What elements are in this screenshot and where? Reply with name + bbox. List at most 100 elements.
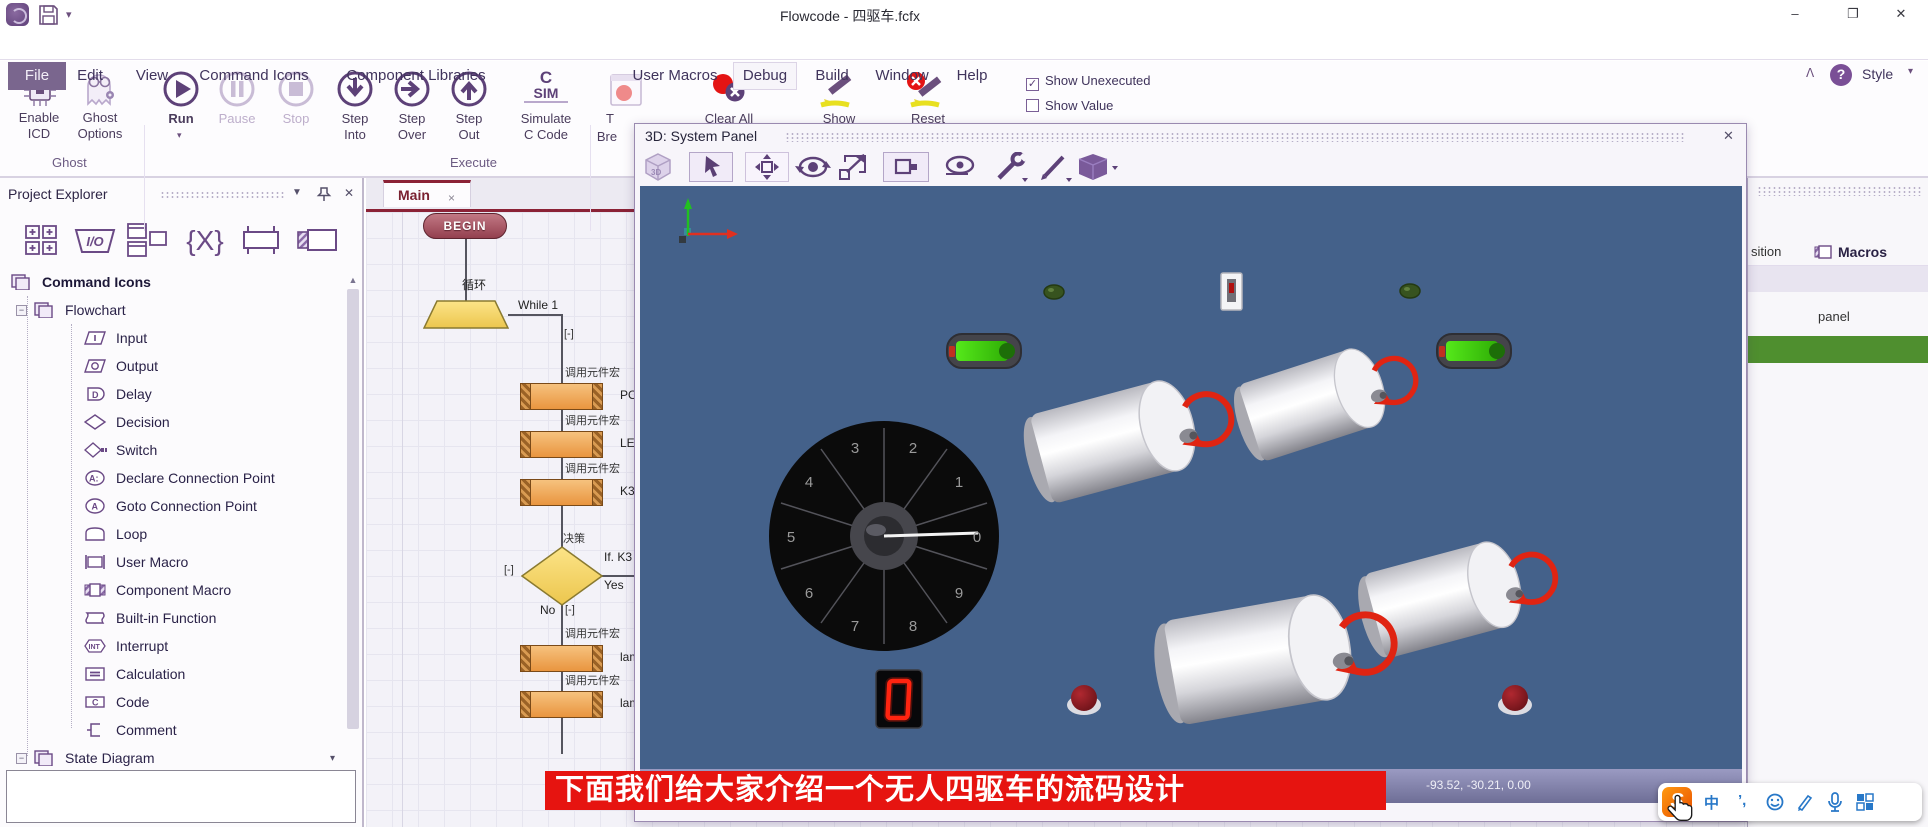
menu-file[interactable]: File [8, 62, 66, 90]
3d-panel-close-icon[interactable]: ✕ [1723, 128, 1734, 144]
pin-icon[interactable] [316, 186, 332, 203]
show-value-checkbox[interactable]: Show Value [1026, 98, 1113, 113]
flowchart-macro-node[interactable] [520, 645, 603, 672]
collapse-ribbon-icon[interactable]: ᐱ [1806, 66, 1814, 80]
show-code-label-clipped[interactable]: Show Code [806, 111, 872, 123]
tree-item-output[interactable]: Output [84, 352, 158, 380]
clear-all-label-clipped[interactable]: Clear All [698, 111, 760, 123]
tree-item-calculation[interactable]: Calculation [84, 660, 185, 688]
visibility-eye-icon[interactable] [941, 152, 979, 182]
tree-item-dropdown-icon[interactable]: ▾ [330, 753, 335, 764]
simulate-c-code-button[interactable]: Simulate C Code [512, 111, 580, 143]
quick-access-dropdown-icon[interactable]: ▾ [66, 8, 72, 21]
camera-view-button[interactable] [883, 152, 929, 182]
show-unexecuted-checkbox[interactable]: ✓Show Unexecuted [1026, 73, 1151, 91]
ghost-options-button[interactable]: Ghost Options [64, 110, 136, 142]
toggle-breakpoint-label-frag2[interactable]: Bre [592, 129, 622, 145]
collapse-marker[interactable]: [-] [504, 564, 514, 576]
menu-user-macros[interactable]: User Macros [626, 64, 724, 88]
explorer-scrollbar[interactable]: ▲ ▼ [346, 273, 361, 827]
scale-tool-icon[interactable] [837, 152, 871, 182]
checkbox-unchecked-icon[interactable] [1026, 99, 1039, 112]
menu-build[interactable]: Build [810, 64, 854, 88]
ime-layout-icon[interactable] [1856, 793, 1874, 811]
collapse-marker[interactable]: [-] [565, 604, 575, 616]
flowchart-macro-node[interactable] [520, 479, 603, 506]
tree-item-decision[interactable]: Decision [84, 408, 170, 436]
tree-item-state-diagram[interactable]: −State Diagram▾ [16, 744, 154, 772]
run-dropdown-arrow-icon[interactable]: ▾ [177, 130, 182, 141]
tree-item-delay[interactable]: DDelay [84, 380, 152, 408]
tree-item-goto-connection-point[interactable]: AGoto Connection Point [84, 492, 257, 520]
ime-skin-pen-icon[interactable] [1796, 793, 1814, 811]
flowchart-macro-node[interactable] [520, 691, 603, 718]
flowchart-while-node[interactable] [423, 300, 509, 329]
rotate-tool-icon[interactable] [795, 152, 831, 182]
ime-mic-icon[interactable] [1826, 792, 1844, 812]
tab-close-icon[interactable]: × [448, 186, 455, 210]
selected-green-row[interactable] [1748, 336, 1928, 363]
checkbox-checked-icon[interactable]: ✓ [1026, 78, 1039, 91]
io-icon[interactable]: I/O [72, 228, 118, 254]
run-button[interactable]: Run [158, 111, 204, 127]
menu-window[interactable]: Window [870, 64, 934, 88]
tree-item-declare-connection-point[interactable]: A:Declare Connection Point [84, 464, 275, 492]
tree-expander-icon[interactable]: − [16, 753, 27, 764]
flowchart-begin-node[interactable]: BEGIN [423, 213, 507, 239]
ime-mode-icon[interactable]: 中 [1704, 792, 1719, 813]
menu-component-libraries[interactable]: Component Libraries [338, 64, 494, 88]
ime-toolbar[interactable]: S 中 ’, [1658, 783, 1922, 821]
paint-tool-icon[interactable] [1035, 152, 1075, 182]
help-circle-icon[interactable]: ? [1830, 64, 1852, 86]
menu-command-icons[interactable]: Command Icons [192, 64, 316, 88]
panel-drag-texture[interactable] [160, 191, 285, 199]
3d-viewport[interactable]: 0 1 2 3 4 5 6 7 8 9 [640, 186, 1742, 769]
tree-item-loop[interactable]: Loop [84, 520, 147, 548]
close-button[interactable]: ✕ [1886, 5, 1916, 25]
scrollbar-thumb[interactable] [347, 289, 359, 729]
tree-item-interrupt[interactable]: INTInterrupt [84, 632, 168, 660]
3d-panel-title-bar[interactable]: 3D: System Panel ✕ [635, 124, 1746, 150]
restore-button[interactable]: ❐ [1838, 5, 1868, 25]
style-dropdown[interactable]: Style [1862, 66, 1893, 82]
properties-row[interactable]: sition Macros [1748, 238, 1928, 266]
windows-icon[interactable] [126, 222, 170, 258]
save-icon[interactable] [38, 4, 59, 26]
menu-debug[interactable]: Debug [733, 62, 797, 90]
reset-code-label-clipped[interactable]: Reset Code [894, 111, 962, 123]
menu-view[interactable]: View [126, 64, 178, 88]
menu-help[interactable]: Help [952, 64, 992, 88]
flowchart-macro-node[interactable] [520, 431, 603, 458]
tree-item-built-in-function[interactable]: Built-in Function [84, 604, 216, 632]
component-panel-icon[interactable] [294, 224, 340, 256]
ime-emoji-icon[interactable] [1766, 793, 1784, 811]
panel-drag-texture[interactable] [1757, 186, 1921, 196]
flowchart-macro-node[interactable] [520, 383, 603, 410]
tree-item-switch[interactable]: Switch [84, 436, 157, 464]
collapse-marker[interactable]: [-] [564, 328, 574, 340]
simulate-c-code-icon[interactable]: C SIM [524, 69, 568, 103]
ime-punctuation-icon[interactable]: ’, [1738, 792, 1746, 809]
material-cube-icon[interactable] [1077, 152, 1121, 182]
wrench-tool-icon[interactable] [991, 152, 1031, 182]
panel-row[interactable] [1748, 266, 1928, 292]
macro-panel-icon[interactable] [238, 224, 284, 256]
step-out-button[interactable]: Step Out [444, 111, 494, 143]
flowchart-decision-node[interactable] [521, 546, 603, 606]
select-tool-button[interactable] [689, 152, 733, 182]
tree-item-comment[interactable]: Comment [84, 716, 177, 744]
panel-close-icon[interactable]: ✕ [344, 186, 354, 200]
tree-expander-icon[interactable]: − [16, 305, 27, 316]
tab-main[interactable]: Main × [383, 180, 471, 207]
grid-add-icon[interactable] [24, 224, 60, 256]
scroll-up-icon[interactable]: ▲ [346, 275, 360, 285]
app-icon[interactable] [6, 3, 29, 26]
tree-item-flowchart[interactable]: −Flowchart [16, 296, 126, 324]
step-over-button[interactable]: Step Over [387, 111, 437, 143]
tree-item-user-macro[interactable]: User Macro [84, 548, 188, 576]
panel-dropdown-arrow-icon[interactable]: ▼ [292, 187, 302, 198]
panel-drag-texture[interactable] [785, 132, 1685, 142]
variables-icon[interactable]: {X} [182, 224, 228, 258]
step-into-button[interactable]: Step Into [330, 111, 380, 143]
tree-item-command-icons[interactable]: Command Icons [10, 268, 151, 296]
